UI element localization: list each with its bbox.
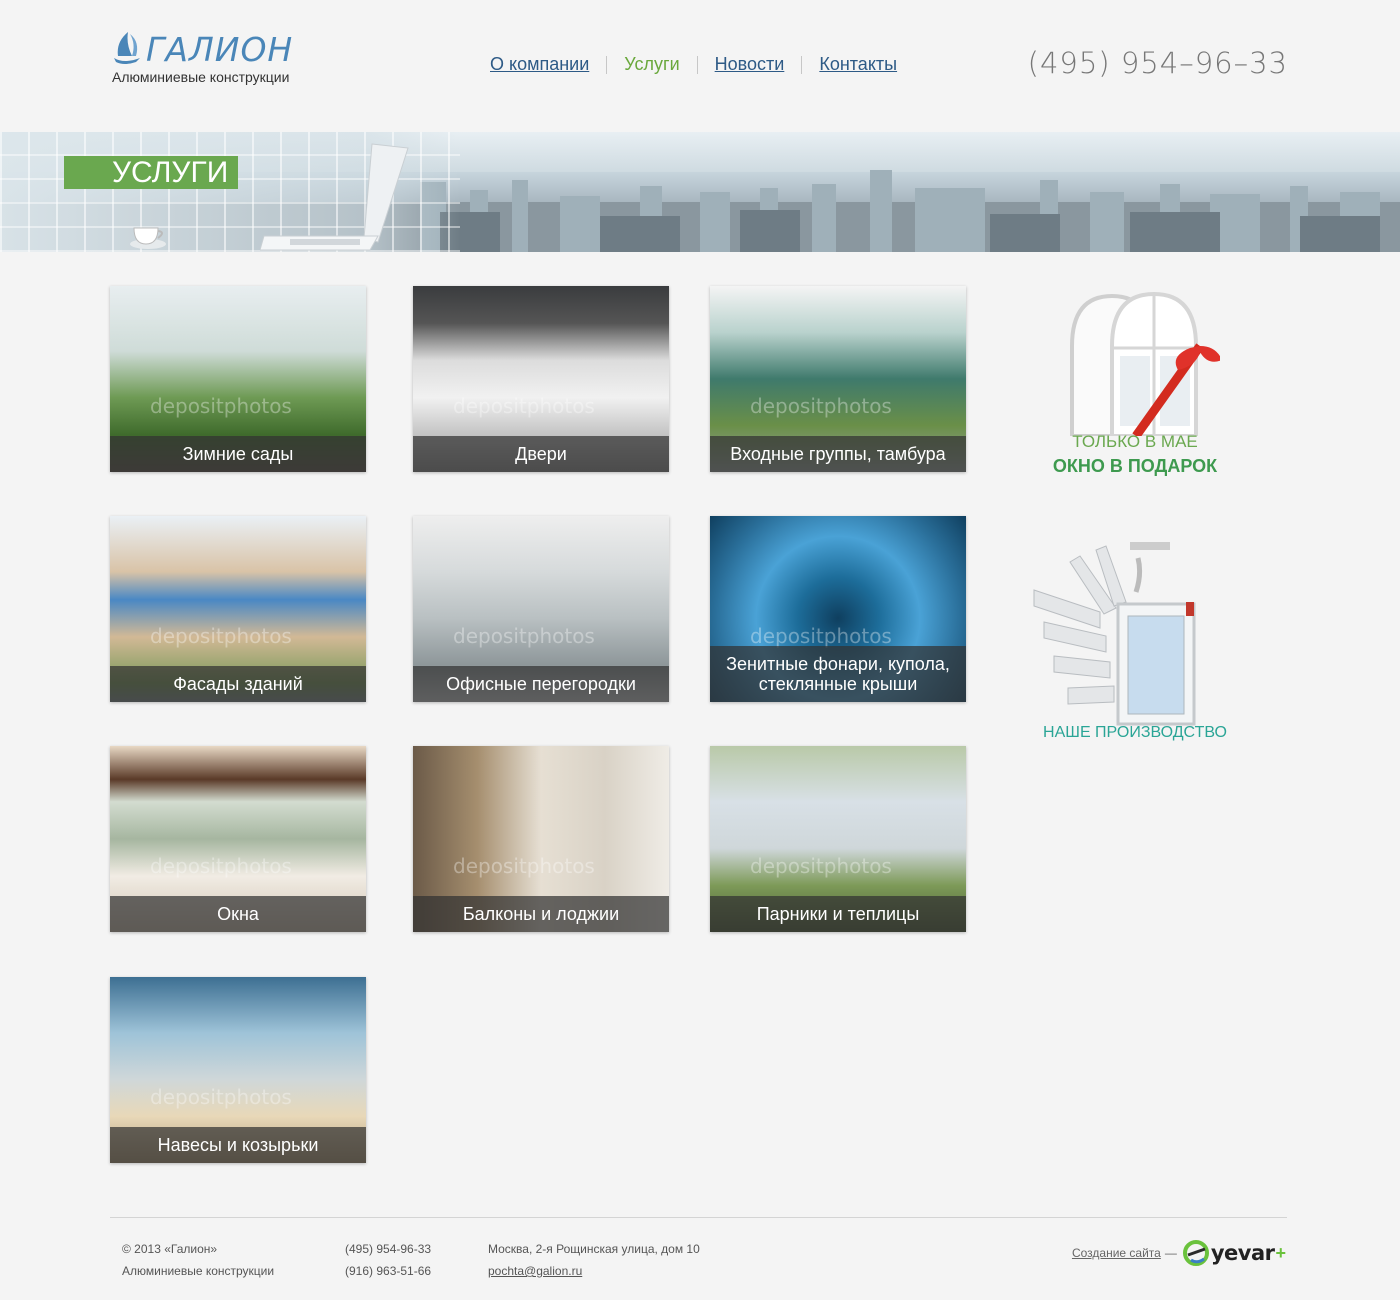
promo-production-label: НАШЕ ПРОИЗВОДСТВО [1043,724,1227,741]
service-tile-winter-garden[interactable]: depositphotos Зимние сады [110,286,366,472]
photo-watermark: depositphotos [453,854,595,878]
ship-logo-icon [114,32,140,64]
photo-watermark: depositphotos [150,394,292,418]
gift-windows-icon [1070,291,1220,436]
service-tile-skylight-dome[interactable]: depositphotos Зенитные фонари, купола, ст… [710,516,966,702]
logo-title: ГАЛИОН [146,30,294,69]
service-tile-label: Двери [413,436,669,472]
nav-item-contacts[interactable]: Контакты [819,54,897,75]
laptop-icon [260,143,409,251]
window-profiles-icon [1033,542,1196,726]
service-tile-doors[interactable]: depositphotos Двери [413,286,669,472]
page-banner: УСЛУГИ [0,132,1400,252]
service-tile-label: Зенитные фонари, купола, стеклянные крыш… [710,646,966,702]
footer-phone-2: (916) 963-51-66 [345,1264,432,1278]
service-tile-label: Парники и теплицы [710,896,966,932]
footer-phones: (495) 954-96-33 (916) 963-51-66 [345,1238,431,1282]
service-tile-building-facade[interactable]: depositphotos Фасады зданий [110,516,366,702]
footer-email-link[interactable]: pochta@galion.ru [488,1264,582,1278]
service-tile-greenhouse[interactable]: depositphotos Парники и теплицы [710,746,966,932]
footer-address: Москва, 2-я Рощинская улица, дом 10 [488,1242,700,1256]
service-tile-label: Офисные перегородки [413,666,669,702]
yevar-brand-text: yevar [1210,1241,1275,1265]
service-tile-office-partitions[interactable]: depositphotos Офисные перегородки [413,516,669,702]
photo-watermark: depositphotos [150,1085,292,1109]
service-tile-label: Зимние сады [110,436,366,472]
nav-item-about[interactable]: О компании [490,54,589,75]
footer-phone-1: (495) 954-96-33 [345,1242,432,1256]
photo-watermark: depositphotos [750,394,892,418]
made-by-link[interactable]: Создание сайта [1072,1246,1161,1260]
coffee-cup-icon [130,227,166,249]
service-tile-label: Входные группы, тамбура [710,436,966,472]
page-title: УСЛУГИ [64,156,238,189]
service-tile-label: Навесы и козырьки [110,1127,366,1163]
nav-item-services[interactable]: Услуги [624,54,679,75]
service-tile-label: Фасады зданий [110,666,366,702]
footer-made-by: Создание сайта — yevar + [1072,1240,1286,1266]
production-promo[interactable]: НАШЕ ПРОИЗВОДСТВО [1030,538,1240,748]
service-tile-label: Окна [110,896,366,932]
nav-separator [606,55,608,74]
promo-gift-line1: ТОЛЬКО В МАЕ [1072,432,1198,451]
photo-watermark: depositphotos [750,624,892,648]
plus-icon: + [1275,1242,1286,1263]
footer-copyright: © 2013 «Галион» [122,1242,218,1256]
service-tile-entrance-groups[interactable]: depositphotos Входные группы, тамбура [710,286,966,472]
header-phone: (495) 954–96–33 [1027,46,1288,80]
nav-separator [801,55,803,74]
nav-separator [696,55,698,74]
photo-watermark: depositphotos [453,624,595,648]
yevar-logo[interactable]: yevar + [1182,1240,1286,1266]
made-by-dash: — [1164,1246,1177,1260]
logo-subtitle: Алюминиевые конструкции [112,69,290,85]
photo-watermark: depositphotos [150,624,292,648]
footer-company-desc: Алюминиевые конструкции [122,1264,275,1278]
photo-watermark: depositphotos [750,854,892,878]
photo-watermark: depositphotos [150,854,292,878]
footer-divider [110,1217,1287,1218]
main-nav: О компании Услуги Новости Контакты [490,54,897,75]
promo-gift-line2: ОКНО В ПОДАРОК [1052,456,1218,476]
logo[interactable]: ГАЛИОН Алюминиевые конструкции [110,28,310,88]
photo-watermark: depositphotos [453,394,595,418]
yevar-e-icon [1182,1240,1209,1266]
footer-company: © 2013 «Галион» Алюминиевые конструкции [122,1238,274,1282]
gift-window-promo[interactable]: ТОЛЬКО В МАЕ ОКНО В ПОДАРОК [1030,286,1240,486]
service-tile-windows[interactable]: depositphotos Окна [110,746,366,932]
service-tile-label: Балконы и лоджии [413,896,669,932]
nav-item-news[interactable]: Новости [715,54,785,75]
service-tile-canopy[interactable]: depositphotos Навесы и козырьки [110,977,366,1163]
service-tile-balcony[interactable]: depositphotos Балконы и лоджии [413,746,669,932]
footer-contacts: Москва, 2-я Рощинская улица, дом 10 poch… [488,1238,700,1282]
